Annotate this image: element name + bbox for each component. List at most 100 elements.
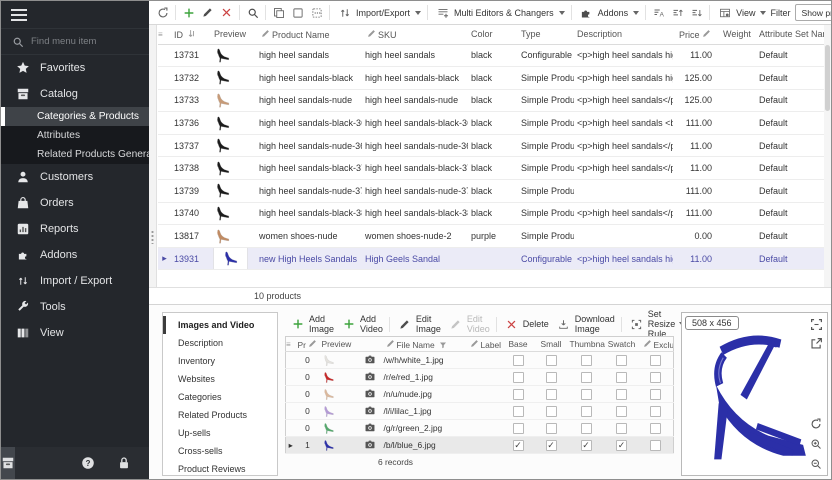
col-header-id[interactable]: ID: [171, 25, 211, 44]
view-menu[interactable]: View: [714, 4, 768, 21]
swatch-checkbox[interactable]: [616, 406, 627, 417]
product-row-13737[interactable]: 13737high heel sandals-nude-36high heel …: [158, 134, 824, 157]
hamburger-menu-icon[interactable]: [10, 8, 28, 22]
filter-select[interactable]: Show products from selected categories: [795, 4, 832, 21]
base-checkbox[interactable]: [513, 440, 524, 451]
lock-icon[interactable]: [117, 455, 131, 471]
product-row-13733[interactable]: 13733high heel sandals-nudehigh heel san…: [158, 89, 824, 112]
exclude-checkbox[interactable]: [650, 423, 661, 434]
col-header-price[interactable]: Price: [676, 25, 720, 44]
delete-image-button[interactable]: Delete: [501, 316, 551, 333]
sidebar-item-reports[interactable]: Reports: [1, 216, 149, 242]
scrollbar-thumb[interactable]: [825, 45, 830, 111]
swatch-checkbox[interactable]: [616, 440, 627, 451]
thumbnail-checkbox[interactable]: [581, 440, 592, 451]
delete-product-icon[interactable]: [218, 4, 235, 21]
sidebar-item-favorites[interactable]: Favorites: [1, 55, 149, 81]
col-header-file-name[interactable]: File Name: [382, 337, 466, 352]
col-header-label[interactable]: Label: [466, 337, 502, 352]
base-checkbox[interactable]: [513, 372, 524, 383]
sidebar-item-categories-products[interactable]: Categories & Products: [1, 107, 149, 126]
catalog-icon[interactable]: [1, 447, 15, 479]
image-row-w-h-white-1-jpg[interactable]: 0/w/h/white_1.jpg: [286, 352, 674, 369]
small-checkbox[interactable]: [546, 372, 557, 383]
image-row-r-e-red-1-jpg[interactable]: 0/r/e/red_1.jpg: [286, 369, 674, 386]
select-icon[interactable]: [289, 4, 306, 21]
row-selector-column-header[interactable]: ≡: [286, 337, 296, 352]
col-header-weight[interactable]: Weight: [720, 25, 756, 44]
vertical-scrollbar[interactable]: [824, 25, 831, 287]
col-header-thumbnail[interactable]: Thumbna: [568, 337, 605, 352]
exclude-checkbox[interactable]: [650, 440, 661, 451]
tab-description[interactable]: Description: [163, 334, 277, 352]
image-row-l-i-lilac-1-jpg[interactable]: 0/l/i/lilac_1.jpg: [286, 403, 674, 420]
search-products-icon[interactable]: [244, 4, 261, 21]
swatch-checkbox[interactable]: [616, 423, 627, 434]
product-row-13738[interactable]: 13738high heel sandals-black-37high heel…: [158, 157, 824, 180]
col-header-attribute-set[interactable]: Attribute Set Name: [756, 25, 824, 44]
product-row-13732[interactable]: 13732high heel sandals-blackhigh heel sa…: [158, 67, 824, 90]
col-header-type[interactable]: Type: [518, 25, 574, 44]
tab-inventory[interactable]: Inventory: [163, 352, 277, 370]
product-row-13740[interactable]: 13740high heel sandals-black-38high heel…: [158, 202, 824, 225]
edit-product-icon[interactable]: [199, 4, 216, 21]
sidebar-item-related-products-generator[interactable]: Related Products Generator: [1, 145, 149, 164]
image-row-g-r-green-2-jpg[interactable]: 0/g/r/green_2.jpg: [286, 420, 674, 437]
sidebar-item-orders[interactable]: Orders: [1, 190, 149, 216]
tab-cross-sells[interactable]: Cross-sells: [163, 442, 277, 460]
addons-menu[interactable]: Addons: [576, 4, 642, 21]
menu-search-input[interactable]: [31, 36, 131, 47]
thumbnail-checkbox[interactable]: [581, 355, 592, 366]
tab-images-and-video[interactable]: Images and Video: [163, 316, 277, 334]
image-row-b-l-blue-6-jpg[interactable]: ▸1/b/l/blue_6.jpg: [286, 437, 674, 454]
col-header-preview[interactable]: Preview: [320, 337, 362, 352]
col-header-small[interactable]: Small: [535, 337, 568, 352]
base-checkbox[interactable]: [513, 406, 524, 417]
exclude-checkbox[interactable]: [650, 372, 661, 383]
tab-websites[interactable]: Websites: [163, 370, 277, 388]
tab-categories[interactable]: Categories: [163, 388, 277, 406]
exclude-checkbox[interactable]: [650, 355, 661, 366]
exclude-checkbox[interactable]: [650, 406, 661, 417]
sidebar-item-customers[interactable]: Customers: [1, 164, 149, 190]
col-header-swatch[interactable]: Swatch: [605, 337, 639, 352]
sidebar-item-attributes[interactable]: Attributes: [1, 126, 149, 145]
base-checkbox[interactable]: [513, 389, 524, 400]
sort-alpha-icon[interactable]: A: [650, 4, 667, 21]
base-checkbox[interactable]: [513, 355, 524, 366]
small-checkbox[interactable]: [546, 406, 557, 417]
swatch-checkbox[interactable]: [616, 389, 627, 400]
edit-image-button[interactable]: Edit Image: [394, 314, 443, 334]
sort-ascending-icon[interactable]: [669, 4, 686, 21]
add-video-button[interactable]: Add Video: [338, 314, 385, 334]
small-checkbox[interactable]: [546, 440, 557, 451]
multi-select-icon[interactable]: [308, 4, 325, 21]
thumbnail-checkbox[interactable]: [581, 406, 592, 417]
col-header-product-name[interactable]: Product Name: [256, 25, 362, 44]
col-header-exclude[interactable]: Exclude: [639, 337, 674, 352]
multi-editors-menu[interactable]: Multi Editors & Changers: [432, 4, 567, 21]
swatch-checkbox[interactable]: [616, 355, 627, 366]
add-image-button[interactable]: Add Image: [287, 314, 336, 334]
row-selector-column-header[interactable]: ≡: [158, 25, 171, 44]
product-row-13817[interactable]: 13817women shoes-nudewomen shoes-nude-2p…: [158, 225, 824, 248]
sidebar-item-view[interactable]: View: [1, 320, 149, 346]
col-header-position[interactable]: Pr: [296, 337, 320, 352]
col-header-preview[interactable]: Preview: [211, 25, 256, 44]
col-header-base[interactable]: Base: [502, 337, 535, 352]
duplicate-icon[interactable]: [270, 4, 287, 21]
tab-product-reviews[interactable]: Product Reviews: [163, 460, 277, 478]
tab-up-sells[interactable]: Up-sells: [163, 424, 277, 442]
small-checkbox[interactable]: [546, 423, 557, 434]
col-header-sku[interactable]: SKU: [362, 25, 468, 44]
base-checkbox[interactable]: [513, 423, 524, 434]
set-resize-rule-button[interactable]: Set Resize Rule: [626, 309, 678, 339]
refresh-icon[interactable]: [154, 4, 171, 21]
sidebar-item-catalog[interactable]: Catalog: [1, 81, 149, 107]
categories-pane-splitter[interactable]: [149, 25, 157, 287]
swatch-checkbox[interactable]: [616, 372, 627, 383]
thumbnail-checkbox[interactable]: [581, 372, 592, 383]
help-icon[interactable]: ?: [81, 455, 95, 471]
col-header-description[interactable]: Description: [574, 25, 676, 44]
tab-related-products[interactable]: Related Products: [163, 406, 277, 424]
